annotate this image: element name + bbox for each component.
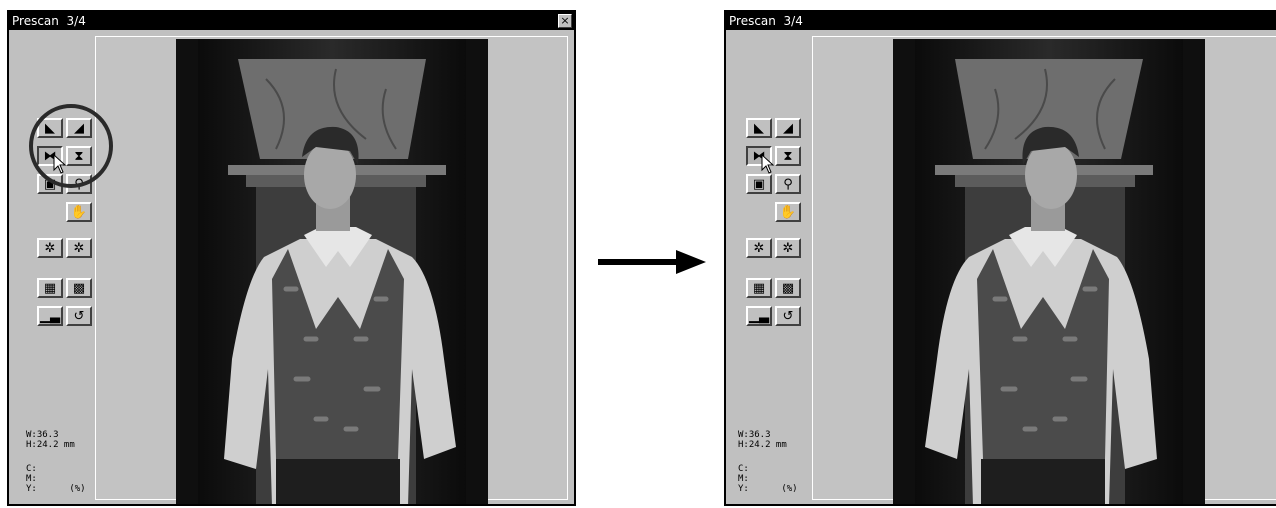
highlight-circle <box>29 104 113 188</box>
undo-icon: ↺ <box>73 308 85 324</box>
histogram-icon: ▁▃ <box>749 308 769 324</box>
right-arrow-icon <box>598 250 706 274</box>
undo-icon: ↺ <box>782 308 794 324</box>
height-readout: H:24.2 mm <box>26 440 75 450</box>
auto-focus-button[interactable]: ✲ <box>775 238 801 258</box>
hand-icon: ✋ <box>70 204 88 220</box>
prescan-image-mirrored <box>893 39 1205 504</box>
histogram-button[interactable]: ▁▃ <box>37 306 63 326</box>
width-readout: W:36.3 <box>738 430 771 440</box>
variations-button[interactable]: ▩ <box>66 278 92 298</box>
height-readout: H:24.2 mm <box>738 440 787 450</box>
manual-focus-button[interactable]: ✲ <box>746 238 772 258</box>
mouse-pointer-icon <box>761 154 775 174</box>
rotate-left-button[interactable]: ◣ <box>746 118 772 138</box>
image-correction-icon: ▦ <box>43 280 57 296</box>
flip-vertical-button[interactable]: ⧗ <box>775 146 801 166</box>
window-title: Prescan 3/4 <box>726 12 1276 30</box>
zoom-icon: ⚲ <box>783 176 793 192</box>
image-correction-button[interactable]: ▦ <box>37 278 63 298</box>
portrait-photo-mirrored <box>893 39 1205 504</box>
zoom-button[interactable]: ⚲ <box>775 174 801 194</box>
histogram-button[interactable]: ▁▃ <box>746 306 772 326</box>
crop-frame-button[interactable]: ▣ <box>746 174 772 194</box>
rotate-right-button[interactable]: ◢ <box>775 118 801 138</box>
cyan-readout: C: <box>738 464 749 474</box>
variations-icon: ▩ <box>72 280 86 296</box>
image-correction-icon: ▦ <box>752 280 766 296</box>
image-correction-button[interactable]: ▦ <box>746 278 772 298</box>
auto-focus-button[interactable]: ✲ <box>66 238 92 258</box>
variations-icon: ▩ <box>781 280 795 296</box>
auto-focus-icon: ✲ <box>73 240 85 256</box>
close-icon[interactable]: × <box>558 14 572 28</box>
manual-focus-icon: ✲ <box>44 240 56 256</box>
magenta-readout: M: <box>738 474 749 484</box>
auto-focus-icon: ✲ <box>782 240 794 256</box>
crop-frame-icon: ▣ <box>752 176 766 192</box>
rotate-right-icon: ◢ <box>783 120 793 136</box>
rotate-left-icon: ◣ <box>754 120 764 136</box>
prescan-window-after: Prescan 3/4 ◣ ◢ ⧓ ⧗ ▣ ⚲ ✋ ✲ ✲ ▦ ▩ ▁▃ ↺ W… <box>724 10 1276 506</box>
hand-button[interactable]: ✋ <box>775 202 801 222</box>
hand-icon: ✋ <box>779 204 797 220</box>
window-title: Prescan 3/4 <box>9 12 574 30</box>
flip-vertical-icon: ⧗ <box>783 148 793 164</box>
yellow-readout: Y: (%) <box>738 484 798 494</box>
variations-button[interactable]: ▩ <box>775 278 801 298</box>
cyan-readout: C: <box>26 464 37 474</box>
undo-button[interactable]: ↺ <box>775 306 801 326</box>
undo-button[interactable]: ↺ <box>66 306 92 326</box>
prescan-window-before: Prescan 3/4 × ◣ ◢ ⧓ ⧗ ▣ ⚲ ✋ ✲ ✲ ▦ ▩ ▁▃ ↺… <box>7 10 576 506</box>
manual-focus-icon: ✲ <box>753 240 765 256</box>
yellow-readout: Y: (%) <box>26 484 86 494</box>
portrait-photo <box>176 39 488 504</box>
histogram-icon: ▁▃ <box>40 308 60 324</box>
prescan-image <box>176 39 488 504</box>
hand-button[interactable]: ✋ <box>66 202 92 222</box>
magenta-readout: M: <box>26 474 37 484</box>
width-readout: W:36.3 <box>26 430 59 440</box>
manual-focus-button[interactable]: ✲ <box>37 238 63 258</box>
